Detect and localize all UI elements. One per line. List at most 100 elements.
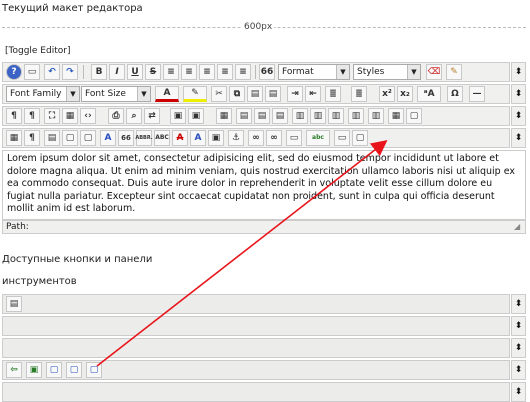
visualchars-icon[interactable]: ▢: [352, 130, 368, 146]
available-row-5[interactable]: [2, 382, 510, 402]
row-3-handle[interactable]: ⬍: [511, 106, 526, 126]
align-center-icon[interactable]: ≡: [199, 64, 215, 80]
row-after-icon[interactable]: ▤: [254, 108, 270, 124]
pagebreak-icon[interactable]: ▭: [334, 130, 350, 146]
font-family-select[interactable]: Font Family ▼: [6, 86, 80, 102]
italic-icon[interactable]: I: [109, 64, 125, 80]
horizontal-rule-icon[interactable]: —: [469, 86, 485, 102]
insert-icon[interactable]: ▣: [26, 362, 42, 378]
merge-cells-icon[interactable]: ▥: [368, 108, 384, 124]
styles-select[interactable]: Styles ▼: [353, 64, 421, 80]
subscript-icon[interactable]: x₂: [397, 86, 413, 102]
layer-panel-icon[interactable]: ▤: [6, 296, 22, 312]
strikethrough-icon[interactable]: S: [145, 64, 161, 80]
copy-icon[interactable]: ⧉: [229, 86, 245, 102]
available-row-2[interactable]: [2, 316, 510, 336]
format-select[interactable]: Format ▼: [278, 64, 350, 80]
clear-formatting-icon[interactable]: ⌫: [426, 64, 442, 80]
new-document-icon[interactable]: ▭: [24, 64, 40, 80]
paste-text-icon[interactable]: ▤: [265, 86, 281, 102]
highlight-color-icon[interactable]: ✎: [183, 86, 207, 102]
unlink-icon[interactable]: ∞: [266, 130, 282, 146]
anchor-icon[interactable]: ⚓: [228, 130, 244, 146]
link-icon[interactable]: ∞: [248, 130, 264, 146]
ins-icon[interactable]: A: [190, 130, 206, 146]
nonbreaking-icon[interactable]: ▭: [286, 130, 302, 146]
available-row-5-handle[interactable]: ⬍: [511, 382, 526, 402]
align-left-icon[interactable]: ≡: [181, 64, 197, 80]
replace-icon[interactable]: ⇄: [144, 108, 160, 124]
cite-icon[interactable]: 66: [118, 130, 134, 146]
print-icon[interactable]: ⎙: [108, 108, 124, 124]
fullscreen-icon[interactable]: ⛶: [44, 108, 60, 124]
justify-full-icon[interactable]: ≡: [163, 64, 179, 80]
indent-icon[interactable]: ⇥: [287, 86, 303, 102]
ltr-icon[interactable]: ¶: [6, 108, 22, 124]
show-blocks-icon[interactable]: ¶: [24, 130, 40, 146]
paste-icon[interactable]: ▤: [247, 86, 263, 102]
window-icon[interactable]: ▢: [46, 362, 62, 378]
window3-icon[interactable]: ▢: [86, 362, 102, 378]
help-icon[interactable]: ?: [6, 64, 22, 80]
available-row-2-handle[interactable]: ⬍: [511, 316, 526, 336]
available-row-4-handle[interactable]: ⬍: [511, 360, 526, 380]
editor-content-area[interactable]: Lorem ipsum dolor sit amet, consectetur …: [2, 150, 526, 220]
available-row-3[interactable]: [2, 338, 510, 358]
bullet-list-icon[interactable]: ≣: [351, 86, 367, 102]
change-case-icon[interactable]: ᵃA: [417, 86, 441, 102]
media-icon[interactable]: ▣: [188, 108, 204, 124]
redo-icon[interactable]: ↷: [62, 64, 78, 80]
find-icon[interactable]: ⌕: [126, 108, 142, 124]
split-cells-icon[interactable]: ▥: [348, 108, 364, 124]
underline-icon[interactable]: U: [127, 64, 143, 80]
visual-aid-icon[interactable]: ▦: [6, 130, 22, 146]
window2-icon[interactable]: ▢: [66, 362, 82, 378]
available-row-1[interactable]: ▤: [2, 294, 510, 314]
row-2-handle[interactable]: ⬍: [511, 84, 526, 104]
available-row-3-handle[interactable]: ⬍: [511, 338, 526, 358]
row-before-icon[interactable]: ▤: [236, 108, 252, 124]
toolbar-row-4: ▦ ¶ ▤ ▢ ▢ A 66 ABBR. ABC A A ▣ ⚓ ∞ ∞ ▭ a…: [2, 128, 510, 148]
col-before-icon[interactable]: ▥: [292, 108, 308, 124]
bold-icon[interactable]: B: [91, 64, 107, 80]
numbered-list-icon[interactable]: ≣: [325, 86, 341, 102]
absolute-icon[interactable]: ▢: [80, 130, 96, 146]
cut-icon[interactable]: ✂: [211, 86, 227, 102]
row-4-handle[interactable]: ⬍: [511, 128, 526, 148]
delete-row-icon[interactable]: ▤: [272, 108, 288, 124]
col-after-icon[interactable]: ▥: [310, 108, 326, 124]
paint-brush-icon[interactable]: ✎: [446, 64, 462, 80]
superscript-icon[interactable]: x²: [379, 86, 395, 102]
abbr-icon[interactable]: ABBR.: [135, 130, 153, 146]
template-icon[interactable]: ▤: [44, 130, 60, 146]
available-row-1-handle[interactable]: ⬍: [511, 294, 526, 314]
outdent-icon[interactable]: ⇤: [305, 86, 321, 102]
resize-grip-icon[interactable]: ◢: [514, 222, 524, 232]
toggle-editor-link[interactable]: [Toggle Editor]: [5, 46, 70, 56]
special-char-icon[interactable]: Ω: [447, 86, 463, 102]
undo-icon[interactable]: ↶: [44, 64, 60, 80]
del-icon[interactable]: A: [172, 130, 188, 146]
row-1-handle[interactable]: ⬍: [511, 62, 526, 82]
toolbar-row-1: ? ▭ ↶ ↷ B I U S ≡ ≡ ≡ ≡ ≡ 66 Format ▼ Sty…: [2, 62, 510, 82]
table-props-icon[interactable]: ▦: [388, 108, 404, 124]
insert-image-icon[interactable]: ▣: [170, 108, 186, 124]
rtl-icon[interactable]: ¶: [24, 108, 40, 124]
spellcheck-icon[interactable]: abc: [306, 130, 330, 146]
layer-icon[interactable]: ▢: [62, 130, 78, 146]
available-row-4[interactable]: ⇦ ▣ ▢ ▢ ▢: [2, 360, 510, 380]
font-size-select[interactable]: Font Size ▼: [81, 86, 151, 102]
table-icon[interactable]: ▦: [216, 108, 232, 124]
back-icon[interactable]: ⇦: [6, 362, 22, 378]
preview-icon[interactable]: ▦: [62, 108, 78, 124]
cell-props-icon[interactable]: ▢: [406, 108, 422, 124]
code-icon[interactable]: ‹›: [80, 108, 96, 124]
blockquote-icon[interactable]: 66: [259, 64, 275, 80]
align-right-icon[interactable]: ≡: [217, 64, 233, 80]
justify-icon[interactable]: ≡: [235, 64, 251, 80]
attribs-icon[interactable]: ▣: [208, 130, 224, 146]
delete-col-icon[interactable]: ▥: [328, 108, 344, 124]
styleprops-icon[interactable]: A: [100, 130, 116, 146]
acronym-icon[interactable]: ABC: [154, 130, 170, 146]
font-color-icon[interactable]: A: [155, 86, 179, 102]
